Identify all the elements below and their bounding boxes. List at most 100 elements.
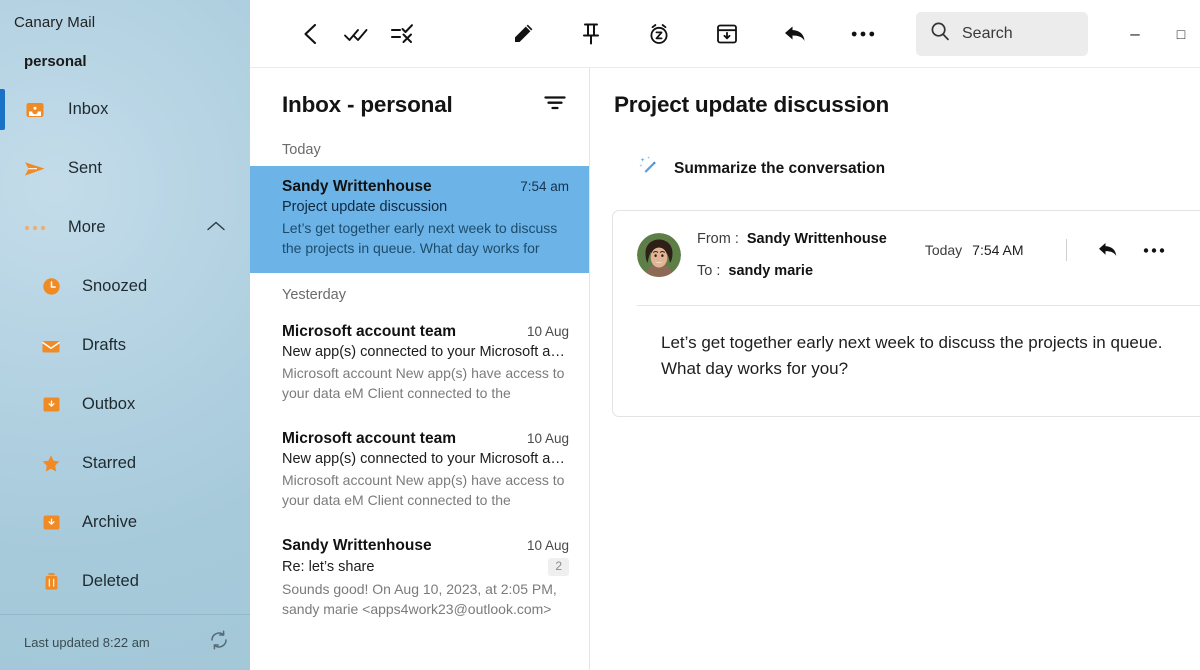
archive-button[interactable]	[704, 11, 750, 57]
mark-unread-button[interactable]	[380, 11, 426, 57]
sidebar-item-label: Inbox	[68, 100, 108, 119]
outbox-icon	[40, 394, 62, 416]
sidebar-item-starred[interactable]: Starred	[0, 434, 250, 493]
snooze-button[interactable]	[636, 11, 682, 57]
message-list: Inbox - personal Today Sandy Writtenhous…	[250, 68, 590, 670]
back-button[interactable]	[288, 11, 334, 57]
message-preview: Let’s get together early next week to di…	[282, 218, 569, 259]
magic-wand-icon	[638, 155, 660, 182]
filter-icon[interactable]	[543, 94, 567, 117]
sidebar-item-label: Archive	[82, 513, 137, 532]
from-value[interactable]: Sandy Writtenhouse	[747, 231, 887, 247]
envelope-open-icon	[40, 335, 62, 357]
list-item[interactable]: Microsoft account team 10 Aug New app(s)…	[250, 311, 589, 418]
list-item[interactable]: Microsoft account team 10 Aug New app(s)…	[250, 418, 589, 525]
message-date: 10 Aug	[517, 324, 569, 339]
chevron-up-icon[interactable]	[206, 219, 226, 237]
message-list-scroll[interactable]: Today Sandy Writtenhouse 7:54 am Project…	[250, 128, 589, 670]
divider	[1066, 239, 1067, 261]
message-list-title: Inbox - personal	[282, 92, 453, 118]
sidebar-item-label: Sent	[68, 159, 102, 178]
sidebar-footer: Last updated 8:22 am	[0, 614, 250, 670]
message-subject: Project update discussion	[282, 199, 447, 215]
message-date: Today	[925, 242, 962, 258]
sidebar-item-label: Outbox	[82, 395, 135, 414]
summarize-conversation-button[interactable]: Summarize the conversation	[590, 125, 1200, 182]
group-label: Yesterday	[250, 273, 589, 311]
to-value[interactable]: sandy marie	[728, 263, 813, 279]
sidebar-item-inbox[interactable]: Inbox	[0, 80, 250, 139]
message-header-fields: From : Sandy Writtenhouse To : sandy mar…	[697, 231, 887, 287]
message-date: 10 Aug	[517, 431, 569, 446]
group-label: Today	[250, 128, 589, 166]
message-list-header: Inbox - personal	[250, 68, 589, 128]
toolbar: Search – □ ✕	[250, 0, 1200, 68]
ellipsis-icon	[24, 217, 46, 239]
search-placeholder: Search	[962, 25, 1013, 43]
sidebar-item-label: Drafts	[82, 336, 126, 355]
mark-read-button[interactable]	[334, 11, 380, 57]
more-button[interactable]	[840, 11, 886, 57]
sidebar-item-label: Deleted	[82, 572, 139, 591]
compose-button[interactable]	[500, 11, 546, 57]
reply-button[interactable]	[772, 11, 818, 57]
message-subject: Re: let’s share	[282, 559, 374, 575]
list-item[interactable]: Sandy Writtenhouse 7:54 am Project updat…	[250, 166, 589, 273]
main-area: Search – □ ✕ Inbox - personal	[250, 0, 1200, 670]
message-card-header: From : Sandy Writtenhouse To : sandy mar…	[637, 231, 1200, 287]
minimize-button[interactable]: –	[1112, 11, 1158, 57]
selection-indicator	[0, 89, 5, 130]
summarize-label: Summarize the conversation	[674, 160, 885, 178]
pin-button[interactable]	[568, 11, 614, 57]
sidebar: Canary Mail personal Inbox Sent	[0, 0, 250, 670]
message-sender: Sandy Writtenhouse	[282, 537, 432, 555]
message-subject: New app(s) connected to your Microsoft a…	[282, 451, 569, 467]
sidebar-item-sent[interactable]: Sent	[0, 139, 250, 198]
reading-pane: Project update discussion	[590, 68, 1200, 670]
inbox-icon	[24, 99, 46, 121]
message-date: 10 Aug	[517, 538, 569, 553]
from-label: From :	[697, 231, 739, 247]
page-title: Project update discussion	[614, 92, 889, 118]
sidebar-item-label: More	[68, 218, 106, 237]
sidebar-item-outbox[interactable]: Outbox	[0, 375, 250, 434]
search-icon	[930, 21, 950, 46]
reply-button[interactable]	[1091, 233, 1125, 267]
message-body: Let’s get together early next week to di…	[637, 306, 1200, 382]
from-field: From : Sandy Writtenhouse	[697, 231, 887, 255]
trash-icon	[40, 571, 62, 593]
message-subject: New app(s) connected to your Microsoft a…	[282, 344, 569, 360]
content-split: Inbox - personal Today Sandy Writtenhous…	[250, 68, 1200, 670]
sidebar-item-label: Starred	[82, 454, 136, 473]
last-updated-status: Last updated 8:22 am	[24, 635, 150, 650]
thread-count-badge: 2	[548, 558, 569, 576]
message-card: From : Sandy Writtenhouse To : sandy mar…	[612, 210, 1200, 417]
star-icon	[40, 453, 62, 475]
folder-list: Inbox Sent More	[0, 80, 250, 614]
sidebar-item-label: Snoozed	[82, 277, 147, 296]
account-name: personal	[0, 31, 250, 70]
message-preview: Microsoft account New app(s) have access…	[282, 363, 569, 404]
window-controls: – □ ✕	[1112, 11, 1200, 57]
to-field: To : sandy marie	[697, 263, 887, 287]
sidebar-item-more[interactable]: More	[0, 198, 250, 257]
sidebar-item-archive[interactable]: Archive	[0, 493, 250, 552]
sidebar-item-deleted[interactable]: Deleted	[0, 552, 250, 611]
more-button[interactable]	[1137, 233, 1171, 267]
refresh-icon[interactable]	[208, 629, 230, 656]
search-input[interactable]: Search	[916, 12, 1088, 56]
canary-mail-window: Canary Mail personal Inbox Sent	[0, 0, 1200, 670]
archive-icon	[40, 512, 62, 534]
message-sender: Microsoft account team	[282, 323, 456, 341]
avatar	[637, 233, 681, 277]
send-icon	[24, 158, 46, 180]
message-time: 7:54 AM	[972, 242, 1023, 258]
sidebar-item-snoozed[interactable]: Snoozed	[0, 257, 250, 316]
maximize-button[interactable]: □	[1158, 11, 1200, 57]
sidebar-item-drafts[interactable]: Drafts	[0, 316, 250, 375]
reading-pane-header: Project update discussion	[590, 68, 1200, 125]
list-item[interactable]: Sandy Writtenhouse 10 Aug Re: let’s shar…	[250, 525, 589, 633]
message-sender: Sandy Writtenhouse	[282, 178, 432, 196]
message-sender: Microsoft account team	[282, 430, 456, 448]
message-preview: Sounds good! On Aug 10, 2023, at 2:05 PM…	[282, 579, 569, 620]
